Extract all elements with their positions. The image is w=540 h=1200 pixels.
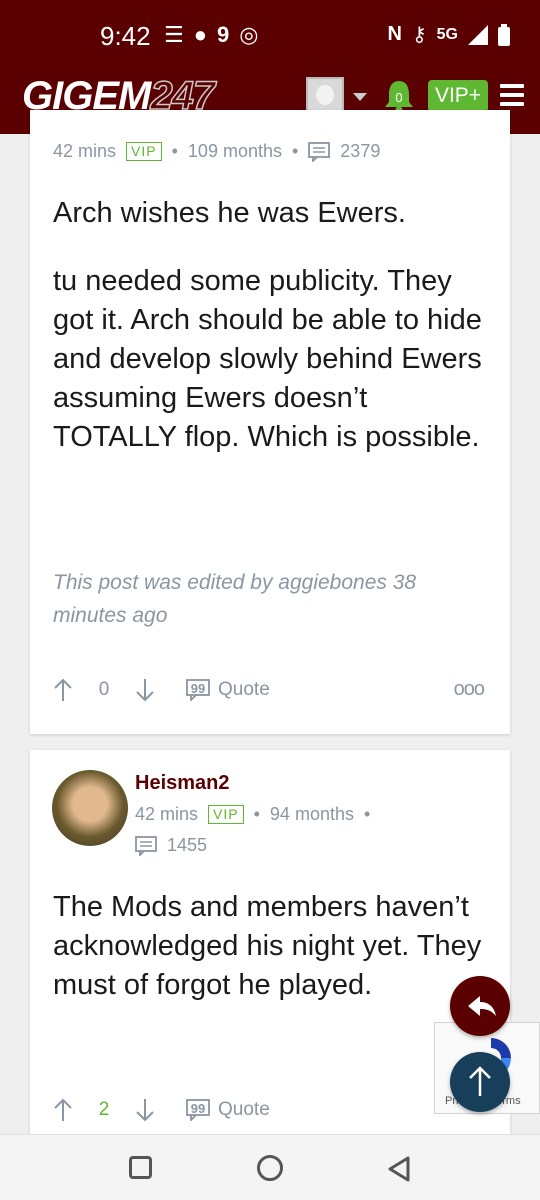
quote-label: Quote — [218, 1099, 270, 1120]
status-left-icons: ☰ ● 9 ◎ — [164, 22, 258, 48]
quote-button[interactable]: 99 Quote — [186, 679, 270, 701]
post-actions: 0 99 Quote — [52, 678, 270, 702]
system-nav-bar — [0, 1134, 540, 1200]
signal-icon — [468, 24, 488, 45]
svg-text:99: 99 — [191, 681, 205, 696]
bell-icon[interactable]: 0 — [382, 78, 416, 114]
separator-dot: • — [363, 804, 371, 824]
edited-note: This post was edited by aggiebones 38 mi… — [53, 571, 417, 627]
scroll-top-fab-button[interactable] — [450, 1052, 510, 1112]
post-username[interactable]: Heisman2 — [135, 772, 230, 795]
home-icon[interactable] — [257, 1155, 283, 1181]
comment-icon — [135, 835, 157, 856]
facebook-icon: ● — [193, 22, 208, 47]
podcast-icon: ◎ — [239, 22, 259, 47]
downvote-arrow-icon[interactable] — [134, 678, 156, 702]
reply-arrow-icon — [468, 996, 496, 1016]
downvote-arrow-icon[interactable] — [134, 1098, 156, 1122]
vote-count: 0 — [98, 679, 110, 700]
back-icon[interactable] — [386, 1155, 412, 1183]
quote-button[interactable]: 99 Quote — [186, 1099, 270, 1121]
post-meta-count: 1455 — [135, 835, 207, 856]
vip-badge: VIP — [208, 805, 244, 824]
status-bar: 9:42 ☰ ● 9 ◎ N ⚷ 5G — [0, 0, 540, 66]
chevron-down-icon[interactable] — [353, 93, 367, 101]
post-time: 42 mins — [53, 141, 117, 161]
separator-dot: • — [253, 804, 260, 824]
post-paragraph: The Mods and members haven’t acknowledge… — [53, 891, 482, 1001]
reply-fab-button[interactable] — [450, 976, 510, 1036]
notification-count: 0 — [395, 90, 402, 105]
nine-app-icon: 9 — [217, 22, 230, 47]
vip-plus-button[interactable]: VIP+ — [428, 80, 488, 112]
upvote-arrow-icon[interactable] — [52, 1098, 74, 1122]
status-time: 9:42 — [100, 21, 151, 51]
post-meta: 42 mins VIP • 109 months • 2379 — [53, 141, 380, 162]
notes-icon: ☰ — [164, 22, 184, 47]
svg-text:99: 99 — [191, 1101, 205, 1116]
post-time: 42 mins — [135, 804, 199, 824]
hamburger-menu-icon[interactable] — [500, 84, 524, 106]
arrow-up-icon — [469, 1066, 491, 1096]
user-profile-photo[interactable] — [52, 770, 128, 846]
key-icon: ⚷ — [412, 24, 427, 46]
post-paragraph: Arch wishes he was Ewers. — [53, 197, 406, 229]
separator-dot: • — [291, 141, 299, 161]
member-tenure: 109 months — [187, 141, 282, 161]
quote-icon: 99 — [186, 679, 210, 701]
network-type: 5G — [436, 25, 458, 43]
upvote-arrow-icon[interactable] — [52, 678, 74, 702]
post-meta: 42 mins VIP • 94 months • — [135, 804, 370, 825]
vip-badge: VIP — [126, 142, 162, 161]
vote-count: 2 — [98, 1099, 110, 1120]
nfc-icon: N — [387, 23, 402, 45]
quote-label: Quote — [218, 679, 270, 700]
post-card: 42 mins VIP • 109 months • 2379 Arch wis… — [30, 110, 510, 734]
battery-icon — [498, 23, 510, 46]
member-tenure: 94 months — [269, 804, 354, 824]
comment-icon — [308, 141, 331, 162]
post-actions: 2 99 Quote — [52, 1098, 270, 1122]
post-count: 1455 — [167, 835, 208, 855]
post-count: 2379 — [340, 141, 381, 161]
recent-apps-icon[interactable] — [129, 1156, 152, 1179]
separator-dot: • — [171, 141, 178, 161]
quote-icon: 99 — [186, 1099, 210, 1121]
status-right-icons: N ⚷ 5G — [388, 22, 510, 47]
post-paragraph: tu needed some publicity. They got it. A… — [53, 265, 482, 453]
more-options-icon[interactable]: ooo — [454, 678, 485, 701]
